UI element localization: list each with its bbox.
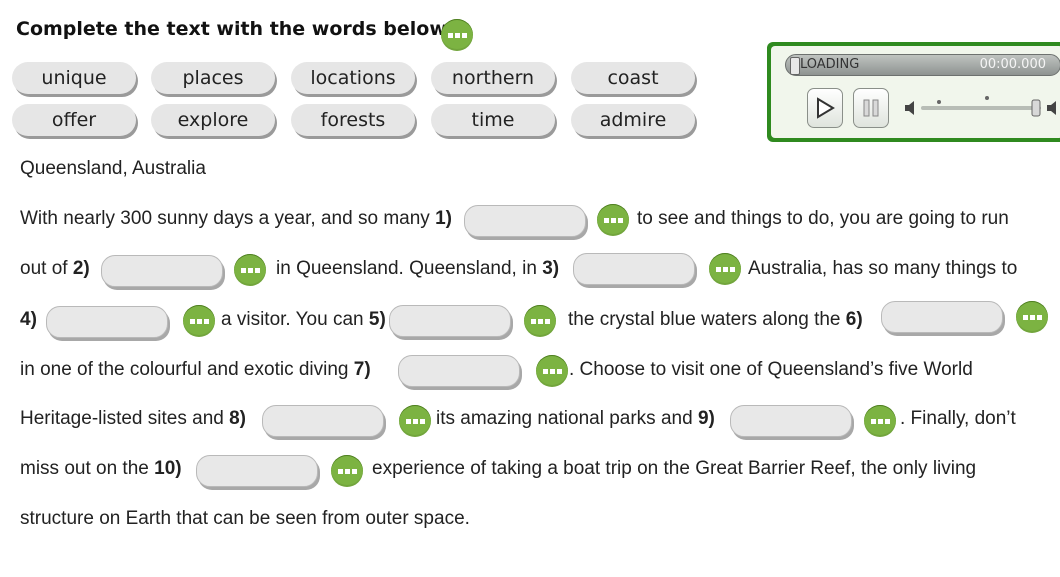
gap-2-hint-icon[interactable]: [234, 254, 266, 286]
gap-3-hint-icon[interactable]: [709, 253, 741, 285]
passage-heading: Queensland, Australia: [20, 158, 206, 179]
player-time: 00:00.000: [979, 57, 1046, 72]
gap-5-hint-icon[interactable]: [524, 305, 556, 337]
play-button[interactable]: [807, 88, 843, 128]
gap-4-hint-icon[interactable]: [183, 305, 215, 337]
gap-4-input[interactable]: [46, 306, 168, 338]
passage-line-5-mid: its amazing national parks and 9): [436, 408, 715, 430]
gap-6-input[interactable]: [881, 301, 1003, 333]
volume-tick: [937, 100, 941, 104]
gap-number-5: 5): [368, 309, 386, 330]
gap-number-1: 1): [435, 208, 452, 229]
passage-line-5: Heritage-listed sites and 8): [20, 408, 246, 430]
passage-text: its amazing national parks and: [436, 408, 698, 429]
gap-number-4: 4): [20, 309, 37, 330]
gap-8-hint-icon[interactable]: [399, 405, 431, 437]
word-chip-places[interactable]: places: [151, 62, 275, 94]
passage-text: miss out on the: [20, 458, 155, 479]
gap-number-9: 9): [697, 408, 715, 429]
passage-line-3-end: the crystal blue waters along the 6): [568, 309, 863, 331]
progress-bar[interactable]: LOADING 00:00.000: [785, 54, 1060, 76]
gap-number-10: 10): [154, 458, 182, 479]
passage-line-3-mid: a visitor. You can 5): [221, 309, 386, 331]
gap-7-hint-icon[interactable]: [536, 355, 568, 387]
pause-button[interactable]: [853, 88, 889, 128]
word-chip-forests[interactable]: forests: [291, 104, 415, 136]
passage-text: out of: [20, 258, 73, 279]
word-chip-time[interactable]: time: [431, 104, 555, 136]
gap-number-2: 2): [72, 258, 90, 279]
word-chip-unique[interactable]: unique: [12, 62, 136, 94]
volume-tick: [985, 96, 989, 100]
volume-low-icon: [903, 98, 921, 122]
passage-line-4-end: . Choose to visit one of Queensland’s fi…: [569, 359, 973, 380]
passage-text: in Queensland. Queensland, in: [276, 258, 543, 279]
gap-6-hint-icon[interactable]: [1016, 301, 1048, 333]
gap-number-6: 6): [845, 309, 863, 330]
gap-8-input[interactable]: [262, 405, 384, 437]
progress-knob[interactable]: [790, 57, 800, 75]
passage-line-2-end: Australia, has so many things to: [748, 258, 1018, 279]
gap-9-input[interactable]: [730, 405, 852, 437]
gap-10-input[interactable]: [196, 455, 318, 487]
audio-player: LOADING 00:00.000: [767, 42, 1060, 142]
word-chip-coast[interactable]: coast: [571, 62, 695, 94]
word-chip-offer[interactable]: offer: [12, 104, 136, 136]
passage-line-4: in one of the colourful and exotic divin…: [20, 359, 371, 381]
gap-7-input[interactable]: [398, 355, 520, 387]
passage-line-1: With nearly 300 sunny days a year, and s…: [20, 208, 452, 230]
volume-slider[interactable]: [921, 106, 1041, 110]
passage-line-2-mid: in Queensland. Queensland, in 3): [276, 258, 559, 280]
gap-number-8: 8): [229, 408, 247, 429]
passage-line-6-end: experience of taking a boat trip on the …: [372, 458, 977, 479]
word-chip-explore[interactable]: explore: [151, 104, 275, 136]
word-chip-locations[interactable]: locations: [291, 62, 415, 94]
play-icon: [817, 97, 835, 119]
player-status: LOADING: [800, 57, 860, 72]
passage-line-1-end: to see and things to do, you are going t…: [637, 208, 1009, 229]
passage-text: With nearly 300 sunny days a year, and s…: [20, 208, 436, 229]
passage-line-2: out of 2): [20, 258, 90, 280]
volume-high-icon: [1045, 98, 1060, 122]
passage-text: Heritage-listed sites and: [20, 408, 230, 429]
passage-line-5-end: . Finally, don’t: [900, 408, 1016, 429]
gap-1-hint-icon[interactable]: [597, 204, 629, 236]
passage-text: a visitor. You can: [221, 309, 369, 330]
passage-line-6: miss out on the 10): [20, 458, 182, 480]
volume-handle-icon[interactable]: [1029, 96, 1045, 122]
word-chip-northern[interactable]: northern: [431, 62, 555, 94]
instruction-title: Complete the text with the words below.: [16, 18, 453, 40]
gap-number-7: 7): [353, 359, 371, 380]
word-chip-admire[interactable]: admire: [571, 104, 695, 136]
gap-1-input[interactable]: [464, 205, 586, 237]
gap-2-input[interactable]: [101, 255, 223, 287]
passage-line-7: structure on Earth that can be seen from…: [20, 508, 470, 529]
passage-line-3: 4): [20, 309, 37, 331]
pause-icon: [863, 99, 879, 117]
passage-text: the crystal blue waters along the: [568, 309, 846, 330]
gap-3-input[interactable]: [573, 253, 695, 285]
gap-number-3: 3): [542, 258, 560, 279]
passage-text: in one of the colourful and exotic divin…: [20, 359, 354, 380]
gap-10-hint-icon[interactable]: [331, 455, 363, 487]
hint-icon[interactable]: [441, 19, 473, 51]
gap-9-hint-icon[interactable]: [864, 405, 896, 437]
gap-5-input[interactable]: [389, 305, 511, 337]
